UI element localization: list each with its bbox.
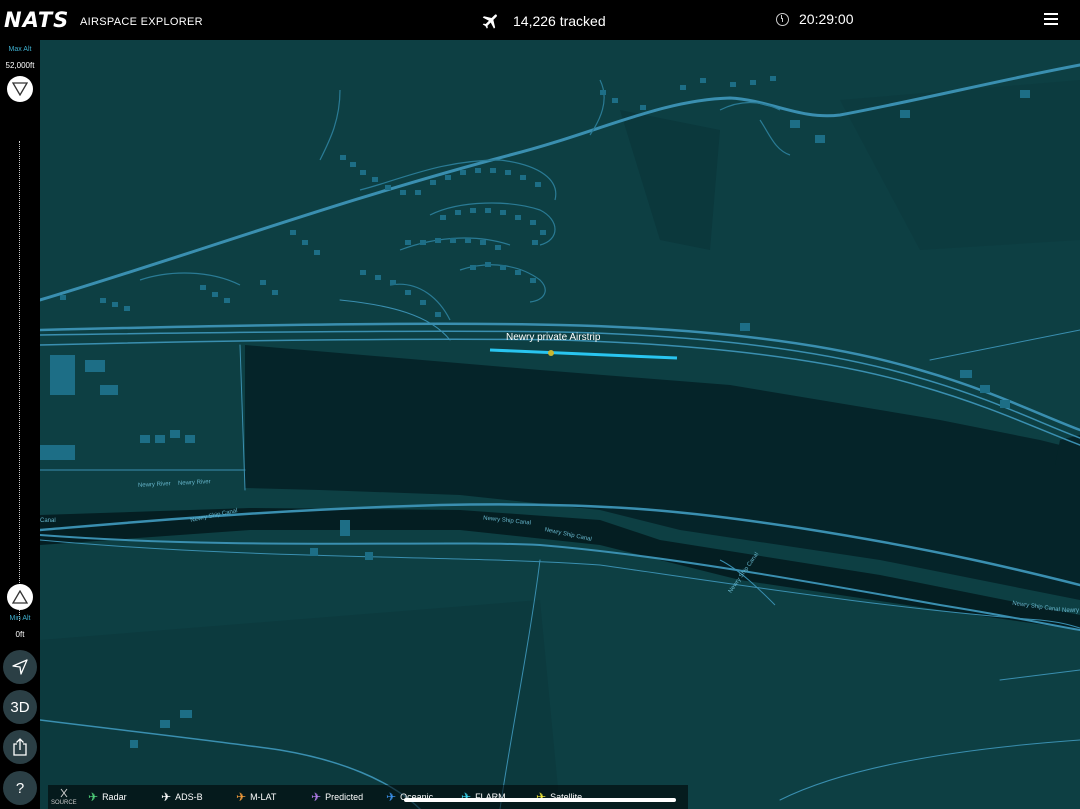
max-alt-value: 52,000ft	[5, 61, 35, 70]
legend-item-mlat[interactable]: ✈ M-LAT	[236, 791, 276, 803]
map-canvas[interactable]	[40, 40, 1080, 809]
plane-icon: ✈	[161, 790, 172, 804]
altitude-slider-track[interactable]	[19, 141, 20, 621]
airstrip-label: Newry private Airstrip	[506, 332, 601, 343]
plane-icon	[482, 14, 497, 29]
share-icon	[13, 738, 27, 756]
min-alt-label: Min Alt	[9, 615, 31, 622]
plane-icon: ✈	[311, 790, 322, 804]
plane-icon: ✈	[386, 790, 397, 804]
legend-item-label: Radar	[102, 792, 127, 802]
max-alt-handle[interactable]	[7, 76, 33, 102]
legend-item-radar[interactable]: ✈ Radar	[88, 791, 127, 803]
source-legend: SOURCE ✈ Radar ✈ ADS-B ✈ M-LAT ✈ Predicted ✈…	[48, 785, 688, 809]
hamburger-menu-icon[interactable]	[1044, 13, 1058, 25]
canal-label: Canal	[40, 518, 56, 524]
legend-item-label: M-LAT	[250, 792, 277, 802]
max-alt-label: Max Alt	[8, 46, 32, 53]
locate-button[interactable]	[3, 650, 37, 684]
legend-item-label: Predicted	[325, 792, 364, 802]
canal-label: Newry	[1062, 608, 1080, 614]
tracked-count-text: 14,226 tracked	[513, 13, 606, 29]
app-subtitle: AIRSPACE EXPLORER	[80, 16, 203, 28]
legend-item-adsb[interactable]: ✈ ADS-B	[161, 791, 203, 803]
navigation-arrow-icon	[12, 659, 28, 675]
filter-icon	[60, 788, 68, 798]
altitude-sidebar: Max Alt 52,000ft Min Alt 0ft 3D ?	[0, 40, 40, 809]
tracked-counter: 14,226 tracked	[481, 10, 606, 32]
legend-item-label: ADS-B	[175, 792, 203, 802]
map-view[interactable]: Newry private Airstrip Newry River Newry…	[40, 40, 1080, 809]
help-button[interactable]: ?	[3, 771, 37, 805]
legend-source: SOURCE	[51, 788, 77, 806]
plane-icon: ✈	[236, 790, 247, 804]
view-3d-button[interactable]: 3D	[3, 690, 37, 724]
time-text: 20:29:00	[799, 11, 854, 27]
home-indicator[interactable]	[404, 798, 676, 802]
plane-icon: ✈	[88, 790, 99, 804]
top-bar: NATS AIRSPACE EXPLORER 14,226 tracked 20…	[0, 0, 1080, 40]
clock-icon	[776, 12, 789, 26]
airstrip-marker	[548, 350, 554, 356]
triangle-up-icon	[12, 590, 28, 604]
triangle-down-icon	[12, 82, 28, 96]
nats-logo: NATS	[4, 8, 70, 32]
share-button[interactable]	[3, 730, 37, 764]
time-display: 20:29:00	[776, 11, 854, 27]
min-alt-handle[interactable]	[7, 584, 33, 610]
min-alt-value: 0ft	[15, 630, 25, 639]
legend-item-predicted[interactable]: ✈ Predicted	[311, 791, 363, 803]
legend-source-label: SOURCE	[51, 800, 77, 806]
